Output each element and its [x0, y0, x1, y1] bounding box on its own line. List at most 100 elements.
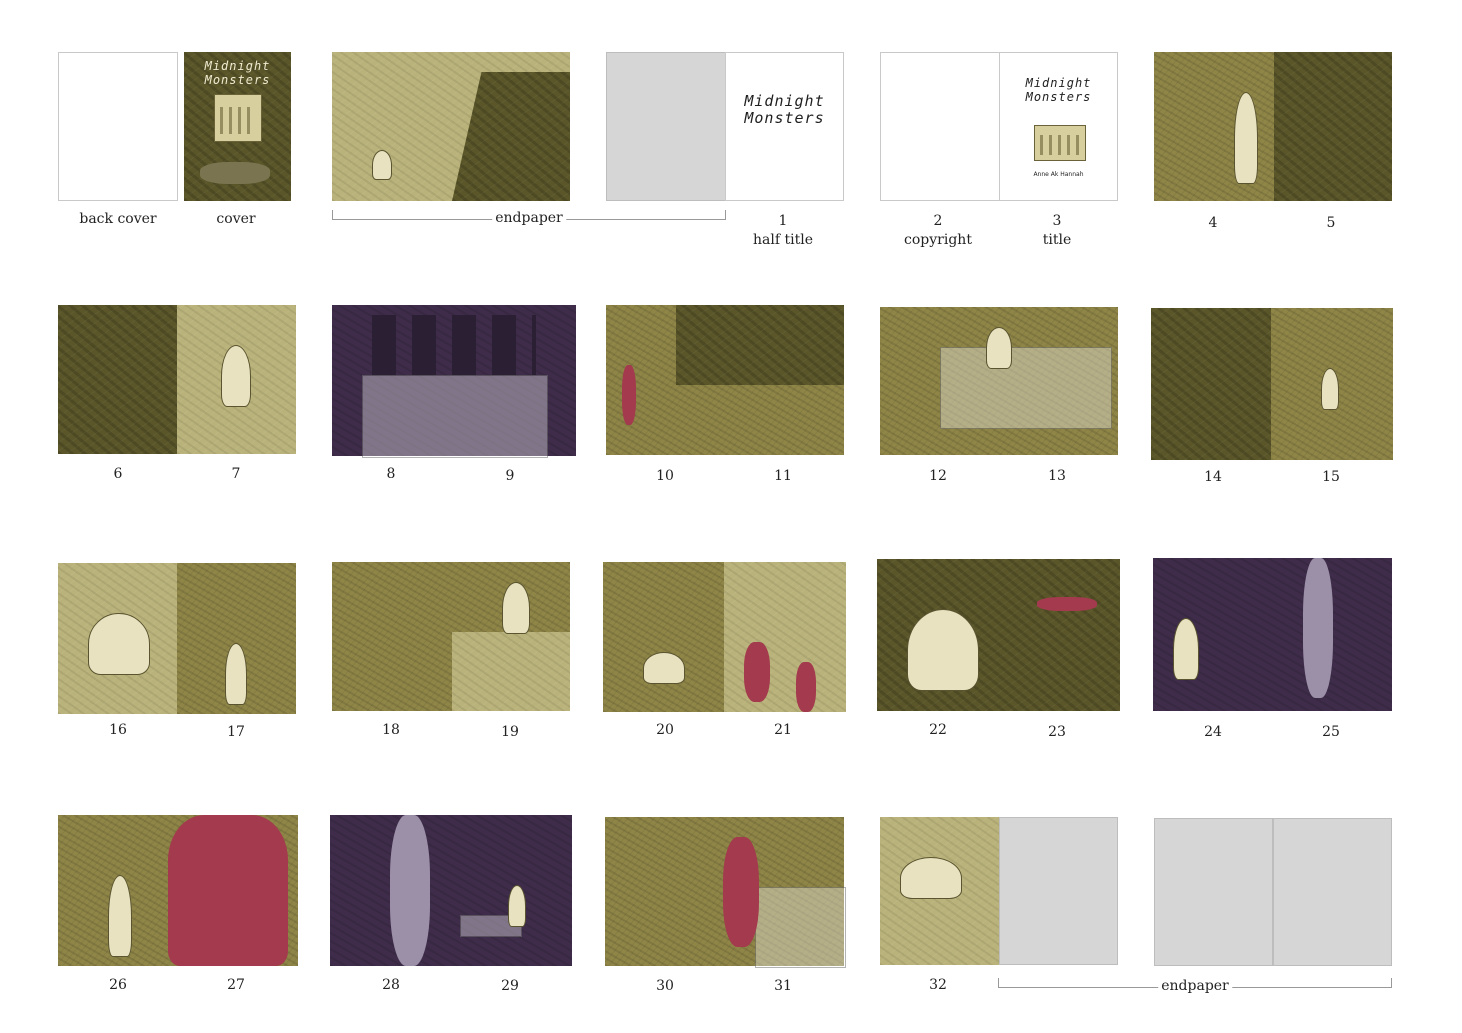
copyright-page — [880, 52, 1000, 201]
cover-page: Midnight Monsters — [184, 52, 291, 201]
label-page-20: 20 — [656, 722, 674, 738]
child-figure — [986, 327, 1012, 369]
child-figure — [1234, 92, 1258, 184]
title-page-line2: Monsters — [1025, 89, 1092, 104]
endpaper-page — [999, 817, 1118, 965]
back-cover-page — [58, 52, 178, 201]
label-page-9: 9 — [505, 468, 515, 484]
page-15-art — [1271, 308, 1393, 460]
spread-30-31[interactable] — [605, 817, 846, 968]
cover-title: Midnight Monsters — [184, 59, 291, 88]
monster-tentacle — [796, 662, 816, 712]
label-page-7: 7 — [231, 466, 241, 482]
half-title-line1: Midnight — [744, 92, 825, 110]
label-page-15: 15 — [1322, 469, 1340, 485]
monster-tentacle — [622, 365, 636, 425]
monster-tentacle — [744, 642, 770, 702]
spread-22-23[interactable] — [877, 559, 1120, 711]
page-21-art — [724, 562, 846, 712]
endpaper-page — [606, 52, 726, 201]
author-name: Anne Ak Hannah — [1033, 171, 1084, 178]
page-7-art — [177, 305, 296, 454]
label-page-5: 5 — [1326, 215, 1336, 231]
red-monster — [723, 837, 759, 947]
label-page-11: 11 — [774, 468, 792, 484]
half-title-page: Midnight Monsters — [725, 52, 844, 201]
red-monster — [168, 815, 288, 966]
title-page: Midnight Monsters Anne Ak Hannah — [999, 52, 1118, 201]
label-page-31: 31 — [774, 978, 792, 994]
label-page-2: 2 copyright — [873, 212, 1003, 250]
spread-12-13[interactable] — [880, 307, 1118, 455]
child-figure — [502, 582, 530, 634]
label-endpaper-back: endpaper — [1158, 978, 1232, 994]
page-16-art — [58, 563, 177, 714]
spread-18-19[interactable] — [332, 562, 570, 711]
spread-6-7[interactable] — [58, 305, 296, 454]
label-back-cover: back cover — [79, 211, 157, 227]
spread-24-25[interactable] — [1153, 558, 1392, 711]
spread-copyright-title[interactable]: Midnight Monsters Anne Ak Hannah — [880, 52, 1118, 201]
label-page-21: 21 — [774, 722, 792, 738]
child-figure — [1321, 368, 1339, 410]
bed-illustration — [755, 887, 846, 968]
doorway-illustration — [1274, 52, 1392, 201]
label-page-26: 26 — [109, 977, 127, 993]
tree-monster — [1303, 558, 1333, 698]
spread-28-29[interactable] — [330, 815, 572, 966]
spread-endpaper-front[interactable] — [332, 52, 570, 201]
spread-covers[interactable]: Midnight Monsters — [58, 52, 296, 201]
label-page-29: 29 — [501, 978, 519, 994]
label-page-18: 18 — [382, 722, 400, 738]
sleeping-child — [900, 857, 962, 899]
label-endpaper-front: endpaper — [492, 210, 566, 226]
endpaper-right-page — [1273, 818, 1392, 966]
child-figure — [88, 613, 150, 675]
child-figure — [221, 345, 251, 407]
room-corner — [676, 305, 844, 385]
brick-wall — [452, 632, 570, 711]
half-title-line2: Monsters — [744, 109, 825, 128]
spread-4-5[interactable] — [1154, 52, 1392, 201]
label-page-23: 23 — [1048, 724, 1066, 740]
house-illustration — [1034, 125, 1086, 161]
label-copyright: copyright — [904, 232, 972, 248]
label-page-12: 12 — [929, 468, 947, 484]
spread-8-9[interactable] — [332, 305, 576, 458]
title-page-line1: Midnight — [1025, 76, 1092, 90]
label-half-title: half title — [753, 232, 813, 248]
label-cover: cover — [216, 211, 256, 227]
spread-half-title[interactable]: Midnight Monsters — [606, 52, 844, 201]
endpaper-left-page — [1154, 818, 1273, 966]
spread-20-21[interactable] — [603, 562, 846, 712]
spread-endpaper-back[interactable] — [1154, 818, 1392, 966]
page-14-art — [1151, 308, 1271, 460]
tree-monster — [390, 815, 430, 966]
spread-16-17[interactable] — [58, 563, 296, 714]
label-page-14: 14 — [1204, 469, 1222, 485]
spread-10-11[interactable] — [606, 305, 844, 455]
child-figure — [907, 609, 979, 691]
child-figure — [108, 875, 132, 957]
label-page-17: 17 — [227, 724, 245, 740]
page-number-3: 3 — [1052, 213, 1062, 229]
page-32-art — [880, 817, 999, 965]
label-page-32: 32 — [929, 977, 947, 993]
label-title: title — [1042, 232, 1072, 248]
title-page-text: Midnight Monsters — [1000, 76, 1117, 105]
spread-32-endpaper[interactable] — [880, 817, 1118, 965]
label-page-10: 10 — [656, 468, 674, 484]
page-number-1: 1 — [778, 213, 788, 229]
spread-26-27[interactable] — [58, 815, 298, 966]
page-17-art — [177, 563, 296, 714]
cover-title-line2: Monsters — [204, 72, 271, 87]
label-page-22: 22 — [929, 722, 947, 738]
label-page-27: 27 — [227, 977, 245, 993]
bed-blanket — [362, 375, 548, 458]
label-page-19: 19 — [501, 724, 519, 740]
label-page-25: 25 — [1322, 724, 1340, 740]
label-page-28: 28 — [382, 977, 400, 993]
spread-14-15[interactable] — [1151, 308, 1393, 460]
page-20-art — [603, 562, 724, 712]
label-page-3: 3 title — [992, 212, 1122, 250]
